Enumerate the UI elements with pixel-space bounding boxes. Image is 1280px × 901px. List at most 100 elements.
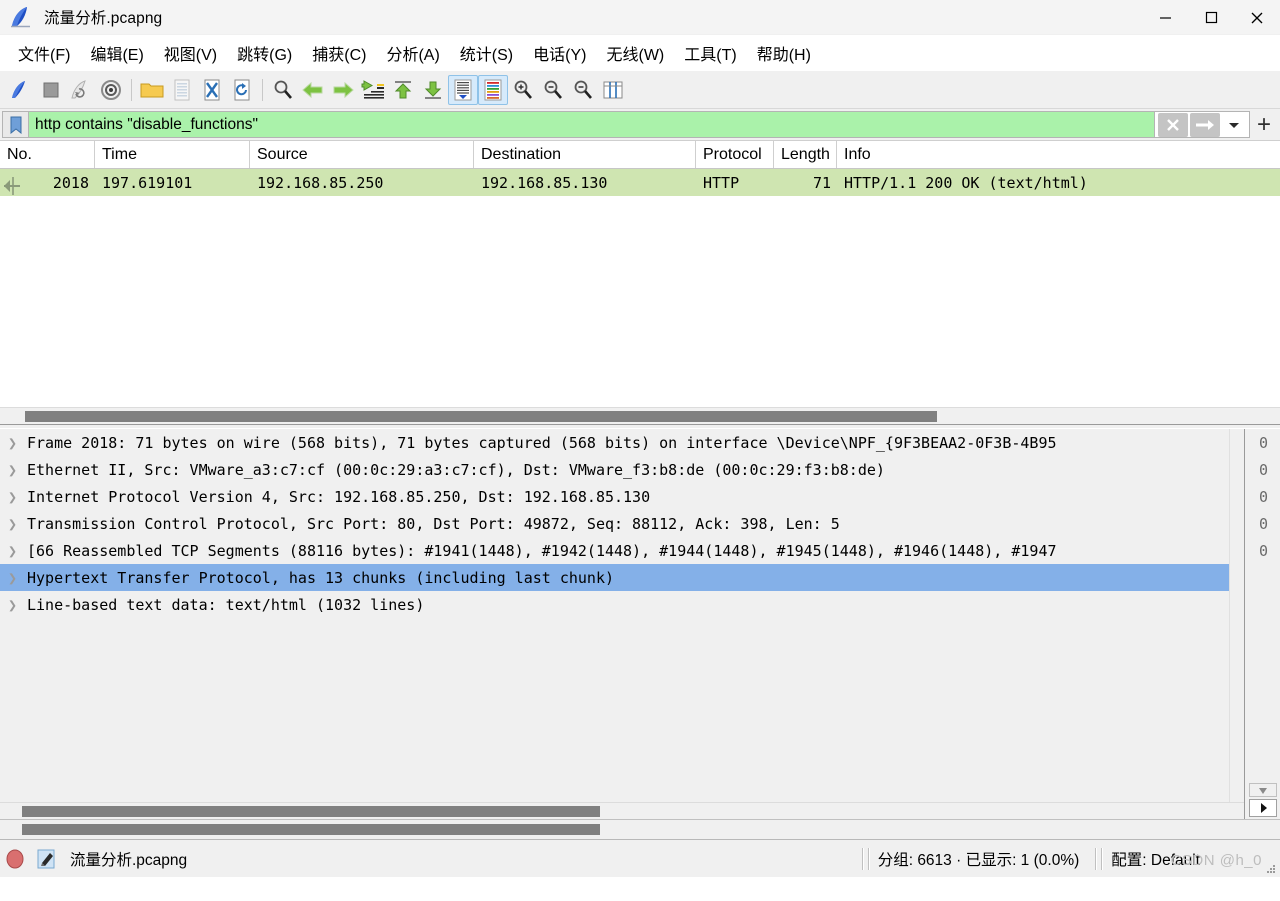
detail-tcp[interactable]: ❯ Transmission Control Protocol, Src Por… <box>0 510 1244 537</box>
capture-options-icon[interactable] <box>96 75 126 105</box>
clear-filter-icon[interactable] <box>1158 112 1188 137</box>
window-controls <box>1142 0 1280 35</box>
filter-buttons <box>1154 111 1250 138</box>
menu-view[interactable]: 视图(V) <box>154 39 227 67</box>
find-packet-icon[interactable] <box>268 75 298 105</box>
chevron-right-icon[interactable]: ❯ <box>0 515 25 533</box>
open-file-icon[interactable] <box>137 75 167 105</box>
column-destination[interactable]: Destination <box>474 141 696 168</box>
detail-line-based-text: Line-based text data: text/html (1032 li… <box>27 595 425 614</box>
detail-frame[interactable]: ❯ Frame 2018: 71 bytes on wire (568 bits… <box>0 429 1244 456</box>
menu-help[interactable]: 帮助(H) <box>747 39 821 67</box>
chevron-right-icon[interactable]: ❯ <box>0 434 25 452</box>
status-profile-label[interactable]: 配置: Default <box>1111 848 1200 870</box>
packet-detail-pane[interactable]: ❯ Frame 2018: 71 bytes on wire (568 bits… <box>0 429 1244 819</box>
detail-reassembled[interactable]: ❯ [66 Reassembled TCP Segments (88116 by… <box>0 537 1244 564</box>
detail-http[interactable]: ❯ Hypertext Transfer Protocol, has 13 ch… <box>0 564 1244 591</box>
stop-capture-icon[interactable] <box>36 75 66 105</box>
detail-ipv4[interactable]: ❯ Internet Protocol Version 4, Src: 192.… <box>0 483 1244 510</box>
packet-bytes-scroll-right-button[interactable] <box>1249 799 1277 817</box>
display-filter-input[interactable]: http contains "disable_functions" <box>28 111 1154 138</box>
column-source[interactable]: Source <box>250 141 474 168</box>
resize-grip-icon[interactable] <box>1265 862 1277 874</box>
zoom-reset-icon[interactable] <box>568 75 598 105</box>
minimize-button[interactable] <box>1142 0 1188 35</box>
reload-file-icon[interactable] <box>227 75 257 105</box>
menu-tools[interactable]: 工具(T) <box>674 39 746 67</box>
menu-telephony[interactable]: 电话(Y) <box>523 39 596 67</box>
add-filter-button[interactable]: + <box>1250 111 1278 138</box>
go-forward-icon[interactable] <box>328 75 358 105</box>
menu-analyze[interactable]: 分析(A) <box>376 39 449 67</box>
status-separator <box>861 847 864 870</box>
packet-list[interactable]: No. Time Source Destination Protocol Len… <box>0 141 1280 424</box>
wireshark-fin-icon <box>10 6 36 28</box>
packet-bytes-scroll-down-button[interactable] <box>1249 783 1277 797</box>
column-protocol[interactable]: Protocol <box>696 141 774 168</box>
status-separator <box>1095 847 1098 870</box>
go-last-packet-icon[interactable] <box>418 75 448 105</box>
go-back-icon[interactable] <box>298 75 328 105</box>
chevron-right-icon[interactable]: ❯ <box>0 488 25 506</box>
packet-list-header: No. Time Source Destination Protocol Len… <box>0 141 1280 169</box>
capture-comment-icon[interactable] <box>30 848 64 870</box>
maximize-button[interactable] <box>1188 0 1234 35</box>
bottom-hscroll-thumb[interactable] <box>22 824 600 835</box>
table-row[interactable]: 2018 197.619101 192.168.85.250 192.168.8… <box>0 169 1280 196</box>
packet-marker-arrow-icon <box>2 175 24 197</box>
packet-list-hscrollbar[interactable] <box>0 407 1280 424</box>
chevron-right-icon[interactable]: ❯ <box>0 461 25 479</box>
go-to-packet-icon[interactable] <box>358 75 388 105</box>
cell-protocol: HTTP <box>703 173 740 192</box>
cell-info: HTTP/1.1 200 OK (text/html) <box>844 173 1088 192</box>
close-file-icon[interactable] <box>197 75 227 105</box>
byte-offset: 0 <box>1259 514 1269 533</box>
packet-detail-vscrollbar[interactable] <box>1229 429 1244 802</box>
chevron-down-icon[interactable] <box>1221 113 1247 137</box>
packet-list-hscroll-thumb[interactable] <box>25 411 937 422</box>
chevron-right-icon[interactable]: ❯ <box>0 596 25 614</box>
cell-source: 192.168.85.250 <box>257 173 384 192</box>
column-info[interactable]: Info <box>837 141 1280 168</box>
packet-bytes-pane[interactable]: 0 0 0 0 0 <box>1244 429 1280 819</box>
auto-scroll-icon[interactable] <box>448 74 478 105</box>
close-button[interactable] <box>1234 0 1280 35</box>
cell-time: 197.619101 <box>102 173 193 192</box>
menu-file[interactable]: 文件(F) <box>8 39 80 67</box>
start-capture-icon[interactable] <box>6 75 36 105</box>
save-file-icon[interactable] <box>167 75 197 105</box>
detail-ethernet-text: Ethernet II, Src: VMware_a3:c7:cf (00:0c… <box>27 460 885 479</box>
chevron-right-icon[interactable]: ❯ <box>0 569 25 587</box>
column-length[interactable]: Length <box>774 141 837 168</box>
bottom-hscrollbar[interactable] <box>0 819 1280 839</box>
restart-capture-icon[interactable] <box>66 75 96 105</box>
detail-ethernet[interactable]: ❯ Ethernet II, Src: VMware_a3:c7:cf (00:… <box>0 456 1244 483</box>
status-bar: 流量分析.pcapng 分组: 6613 · 已显示: 1 (0.0%) 配置:… <box>0 839 1280 877</box>
menu-wireless[interactable]: 无线(W) <box>596 39 674 67</box>
go-first-packet-icon[interactable] <box>388 75 418 105</box>
byte-offset: 0 <box>1259 487 1269 506</box>
detail-frame-text: Frame 2018: 71 bytes on wire (568 bits),… <box>27 433 1057 452</box>
menu-capture[interactable]: 捕获(C) <box>302 39 376 67</box>
bookmark-icon[interactable] <box>2 111 28 138</box>
byte-offset: 0 <box>1259 460 1269 479</box>
zoom-in-icon[interactable] <box>508 75 538 105</box>
resize-columns-icon[interactable] <box>598 75 628 105</box>
packet-detail-hscrollbar[interactable] <box>0 802 1244 819</box>
colorize-icon[interactable] <box>478 74 508 105</box>
zoom-out-icon[interactable] <box>538 75 568 105</box>
chevron-right-icon[interactable]: ❯ <box>0 542 25 560</box>
packet-detail-hscroll-thumb[interactable] <box>22 806 600 817</box>
menu-go[interactable]: 跳转(G) <box>227 39 302 67</box>
column-no[interactable]: No. <box>0 141 95 168</box>
window-title: 流量分析.pcapng <box>44 10 163 27</box>
column-time[interactable]: Time <box>95 141 250 168</box>
byte-offset: 0 <box>1259 541 1269 560</box>
menu-edit[interactable]: 编辑(E) <box>80 39 153 67</box>
display-filter-bar: http contains "disable_functions" + <box>0 109 1280 141</box>
apply-filter-icon[interactable] <box>1190 112 1220 137</box>
cell-destination: 192.168.85.130 <box>481 173 608 192</box>
menu-statistics[interactable]: 统计(S) <box>450 39 523 67</box>
expert-info-icon[interactable] <box>0 848 30 870</box>
detail-line-based[interactable]: ❯ Line-based text data: text/html (1032 … <box>0 591 1244 618</box>
